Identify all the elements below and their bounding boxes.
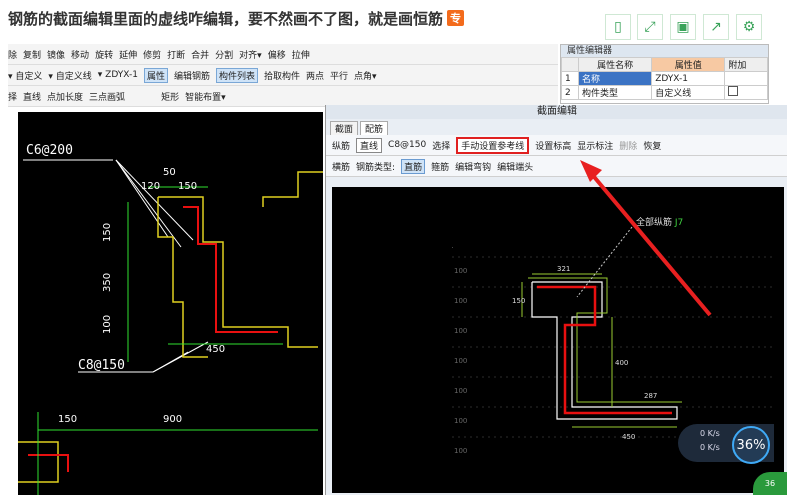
network-speed-widget[interactable]: 0 K/s 0 K/s 36% (678, 424, 774, 464)
usage-percent: 36% (732, 426, 770, 464)
annotation-arrow (580, 160, 712, 317)
upload-speed: 0 K/s (700, 429, 720, 438)
corner-badge[interactable]: 36 (753, 472, 787, 495)
download-speed: 0 K/s (700, 443, 720, 452)
